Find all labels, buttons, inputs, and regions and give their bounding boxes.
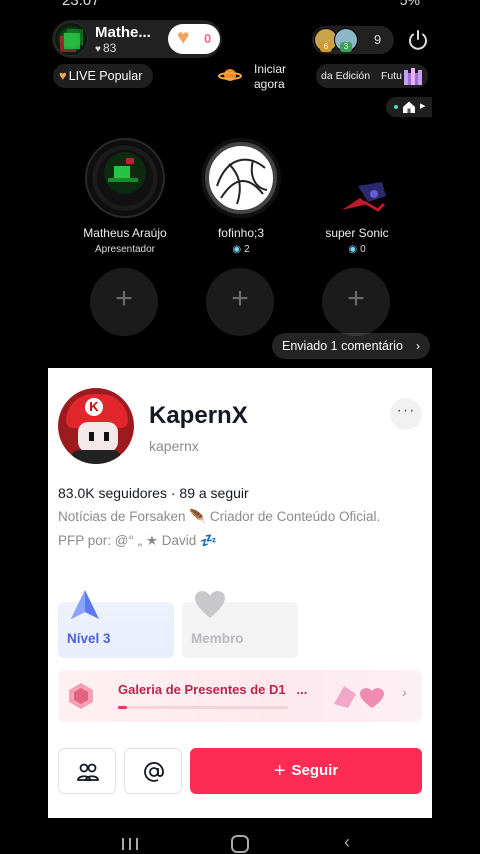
profile-stats[interactable]: 83.0K seguidores · 89 a seguir [58, 485, 249, 501]
level-label: Nível 3 [67, 631, 111, 646]
power-icon[interactable] [406, 28, 430, 52]
host-name: Mathe... [95, 24, 151, 41]
viewers-pill[interactable]: 6 3 9 [312, 26, 394, 54]
system-nav-bar: ‹ [0, 830, 480, 854]
viewer-rank-badge: 3 [340, 42, 352, 52]
expand-icon: ▸ [420, 100, 426, 112]
castle-icon [404, 68, 422, 85]
heart-icon: ♥ [95, 44, 101, 55]
heart-icon: ♥ [177, 26, 190, 49]
profile-bio-line: PFP por: @° „ ★ David 💤 [58, 533, 217, 548]
heart-member-icon [195, 591, 225, 618]
gift-gallery-banner[interactable]: Galeria de Presentes de D1 ... › [58, 670, 422, 722]
home-icon [403, 101, 415, 113]
status-dot [394, 105, 398, 109]
add-guest-button[interactable]: + [322, 268, 390, 336]
heart-icon: ♥ [59, 68, 67, 83]
gallery-title: Galeria de Presentes de D1 ... [118, 682, 308, 697]
guest-name: fofinho;3 [217, 226, 265, 240]
status-bar: 23:07 5% [0, 0, 480, 10]
member-label: Membro [191, 631, 244, 646]
status-time: 23:07 [62, 0, 100, 9]
viewer-rank-badge: 6 [320, 42, 332, 52]
guest-avatar-image [342, 182, 386, 212]
live-popular-pill[interactable]: ♥ LIVE Popular [53, 64, 153, 88]
host-avatar[interactable] [54, 22, 88, 56]
gem-icon: ◉ [232, 244, 242, 255]
gem-icon [69, 683, 93, 709]
plus-icon: + [273, 760, 286, 782]
profile-bio-line: Notícias de Forsaken 🪶 Criador de Conteú… [58, 509, 381, 524]
start-now-label: Iniciar agora [254, 62, 287, 91]
gem-icon: ◉ [348, 244, 358, 255]
add-guest-button[interactable]: + [90, 268, 158, 336]
edition-label: da Edición [321, 70, 371, 82]
arrow-level-icon [71, 590, 99, 619]
gallery-progress-bar [118, 706, 288, 709]
profile-avatar[interactable]: K [58, 388, 134, 464]
guest-name: Matheus Araújo [83, 226, 167, 240]
chevron-right-icon: › [416, 339, 420, 353]
chevron-right-icon: › [402, 684, 407, 700]
sent-comment-pill[interactable]: Enviado 1 comentário › [272, 333, 430, 359]
like-button[interactable]: ♥ 0 [168, 24, 220, 54]
more-options-button[interactable]: ··· [390, 398, 422, 430]
friends-icon [77, 763, 99, 781]
member-badge[interactable]: Membro [182, 591, 298, 658]
like-count: 0 [204, 31, 212, 46]
start-now-button[interactable]: Iniciar agora [218, 62, 308, 92]
status-battery: 5% [399, 0, 420, 8]
guest-name: super Sonic [325, 226, 389, 240]
viewer-count: 9 [374, 32, 382, 47]
follow-button[interactable]: + Seguir [190, 748, 422, 794]
edition-extra-label: Futu [381, 70, 403, 82]
guest-gems: ◉ 2 [232, 244, 250, 255]
level-badge[interactable]: Nível 3 [58, 590, 174, 658]
guest-role: Apresentador [94, 244, 156, 255]
add-guest-button[interactable]: + [206, 268, 274, 336]
profile-card: ··· K KapernX kapernx 83.0K seguidores ·… [48, 368, 432, 818]
edition-pill[interactable]: da Edición Futu [316, 64, 428, 88]
profile-handle: kapernx [149, 438, 199, 454]
at-icon [144, 762, 164, 782]
profile-name: KapernX [149, 402, 248, 429]
recents-icon[interactable] [121, 837, 139, 851]
home-nav-icon[interactable] [231, 835, 249, 853]
mention-button[interactable] [124, 748, 182, 794]
back-icon[interactable]: ‹ [344, 832, 350, 853]
gallery-progress-fill [118, 706, 127, 709]
mini-panel-button[interactable]: ▸ [386, 97, 432, 117]
gift-icons [334, 686, 384, 708]
guest-avatar-image [104, 152, 146, 194]
friends-button[interactable] [58, 748, 116, 794]
guest-avatar-image [205, 142, 277, 214]
host-likes: ♥ 83 [95, 41, 117, 55]
guest-gems: ◉ 0 [348, 244, 366, 255]
planet-icon [218, 69, 242, 81]
